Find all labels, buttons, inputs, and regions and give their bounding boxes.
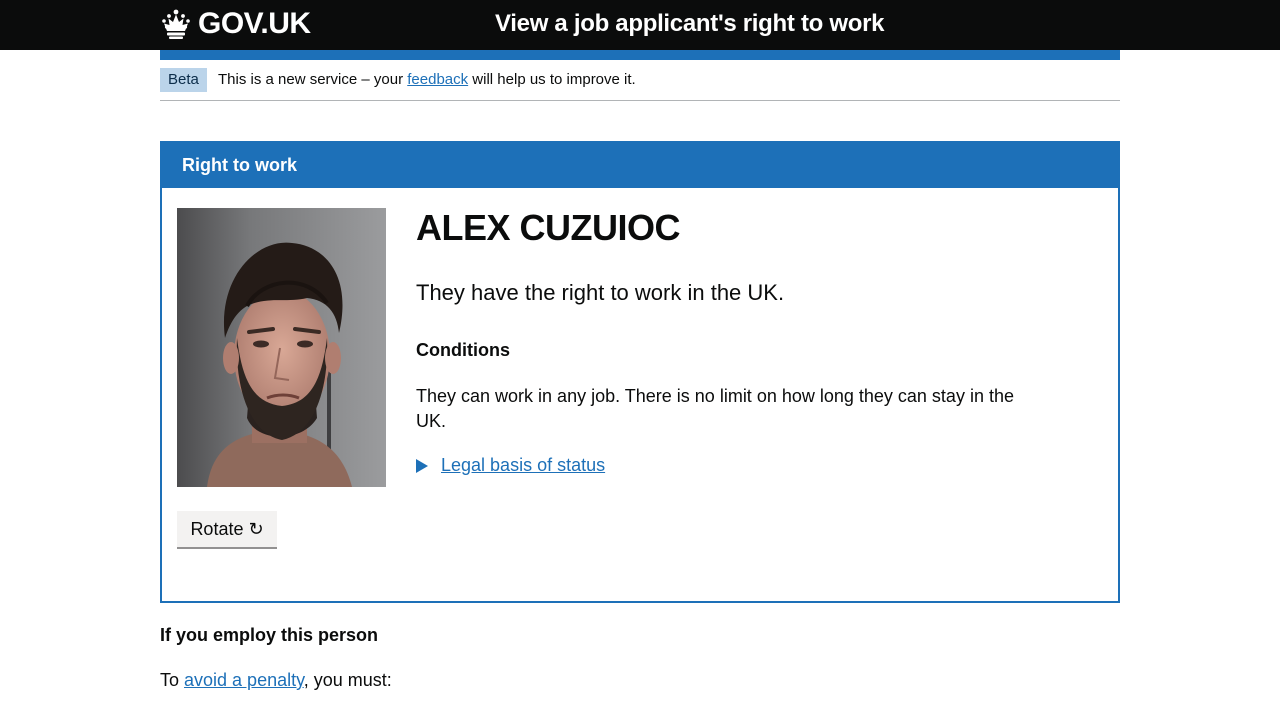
avoid-text-after: , you must: [303, 670, 392, 690]
disclosure-triangle-icon[interactable] [416, 458, 428, 473]
applicant-name: ALEX CUZUIOC [416, 207, 681, 248]
avoid-penalty-text: To avoid a penalty, you must: [160, 670, 392, 691]
legal-basis-details[interactable]: Legal basis of status [416, 455, 605, 476]
logo-text: GOV.UK [198, 7, 311, 40]
avoid-text-before: To [160, 670, 185, 690]
site-header: GOV.UK View a job applicant's right to w… [0, 0, 1280, 50]
govuk-logo-link[interactable]: GOV.UK [160, 6, 311, 42]
avoid-penalty-link[interactable]: avoid a penalty [184, 670, 304, 690]
right-to-work-panel: Right to work Rotate ↻ ALEX CUZUIOC They… [160, 141, 1120, 603]
employ-heading: If you employ this person [160, 625, 379, 645]
panel-title: Right to work [182, 155, 297, 175]
rotate-button[interactable]: Rotate ↻ [177, 511, 277, 549]
service-name[interactable]: View a job applicant's right to work [495, 10, 885, 38]
panel-header: Right to work [162, 143, 1118, 188]
right-to-work-status: They have the right to work in the UK. [416, 280, 785, 305]
beta-tag: Beta [160, 68, 207, 92]
applicant-photo [177, 208, 386, 487]
phase-banner-text: This is a new service – your feedback wi… [218, 70, 636, 90]
feedback-link[interactable]: feedback [407, 71, 468, 88]
conditions-heading: Conditions [416, 340, 510, 360]
phase-text-after: will help us to improve it. [468, 71, 636, 88]
header-blue-strip [160, 50, 1120, 60]
legal-basis-link[interactable]: Legal basis of status [441, 455, 605, 476]
conditions-text: They can work in any job. There is no li… [416, 386, 1014, 431]
phase-text-before: This is a new service – your [218, 71, 408, 88]
crown-icon [162, 9, 190, 39]
phase-banner: Beta This is a new service – your feedba… [160, 68, 1120, 101]
